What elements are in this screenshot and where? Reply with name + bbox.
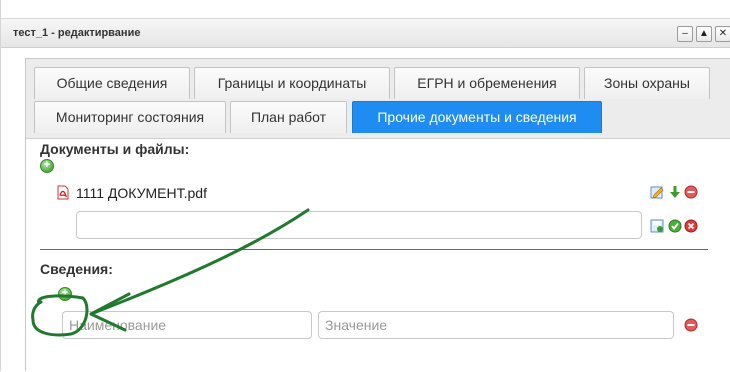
name-input[interactable]: Наименование <box>62 311 312 339</box>
remove-file-icon[interactable] <box>684 185 698 199</box>
minimize-button[interactable]: – <box>677 26 693 42</box>
add-info-icon[interactable]: + <box>58 287 72 301</box>
tab-egrn[interactable]: ЕГРН и обременения <box>394 67 580 99</box>
tab-content: Документы и файлы: + 1111 ДОКУМЕНТ.pdf С… <box>26 139 730 372</box>
info-label: Сведения: <box>40 261 113 277</box>
maximize-button[interactable]: ▲ <box>696 26 712 42</box>
tab-protection-zones[interactable]: Зоны охраны <box>584 67 710 99</box>
tab-boundaries[interactable]: Границы и координаты <box>194 67 390 99</box>
edit-icon[interactable] <box>650 185 664 199</box>
pdf-icon <box>57 185 69 200</box>
documents-label: Документы и файлы: <box>40 141 190 157</box>
tab-other-documents[interactable]: Прочие документы и сведения <box>352 101 602 133</box>
section-divider <box>40 249 708 250</box>
editor-window: тест_1 - редактирвание – ▲ ✕ Общие сведе… <box>0 0 730 371</box>
check-circle-icon[interactable] <box>668 219 682 233</box>
tab-work-plan[interactable]: План работ <box>230 101 347 133</box>
edit-panel: Общие сведения Границы и координаты ЕГРН… <box>25 58 730 371</box>
window-titlebar: тест_1 - редактирвание – ▲ ✕ <box>1 18 730 48</box>
save-icon[interactable] <box>650 219 664 233</box>
new-file-input[interactable] <box>76 211 642 239</box>
close-circle-icon[interactable] <box>684 219 698 233</box>
tab-monitoring[interactable]: Мониторинг состояния <box>34 101 226 133</box>
close-button[interactable]: ✕ <box>715 26 730 42</box>
value-input[interactable]: Значение <box>318 311 674 339</box>
tab-strip: Общие сведения Границы и координаты ЕГРН… <box>26 59 730 139</box>
tab-general[interactable]: Общие сведения <box>34 67 190 99</box>
window-title: тест_1 - редактирвание <box>13 27 141 39</box>
download-icon[interactable] <box>668 185 682 199</box>
file-name[interactable]: 1111 ДОКУМЕНТ.pdf <box>76 185 207 201</box>
add-document-icon[interactable]: + <box>40 159 54 173</box>
remove-info-icon[interactable] <box>684 318 698 332</box>
